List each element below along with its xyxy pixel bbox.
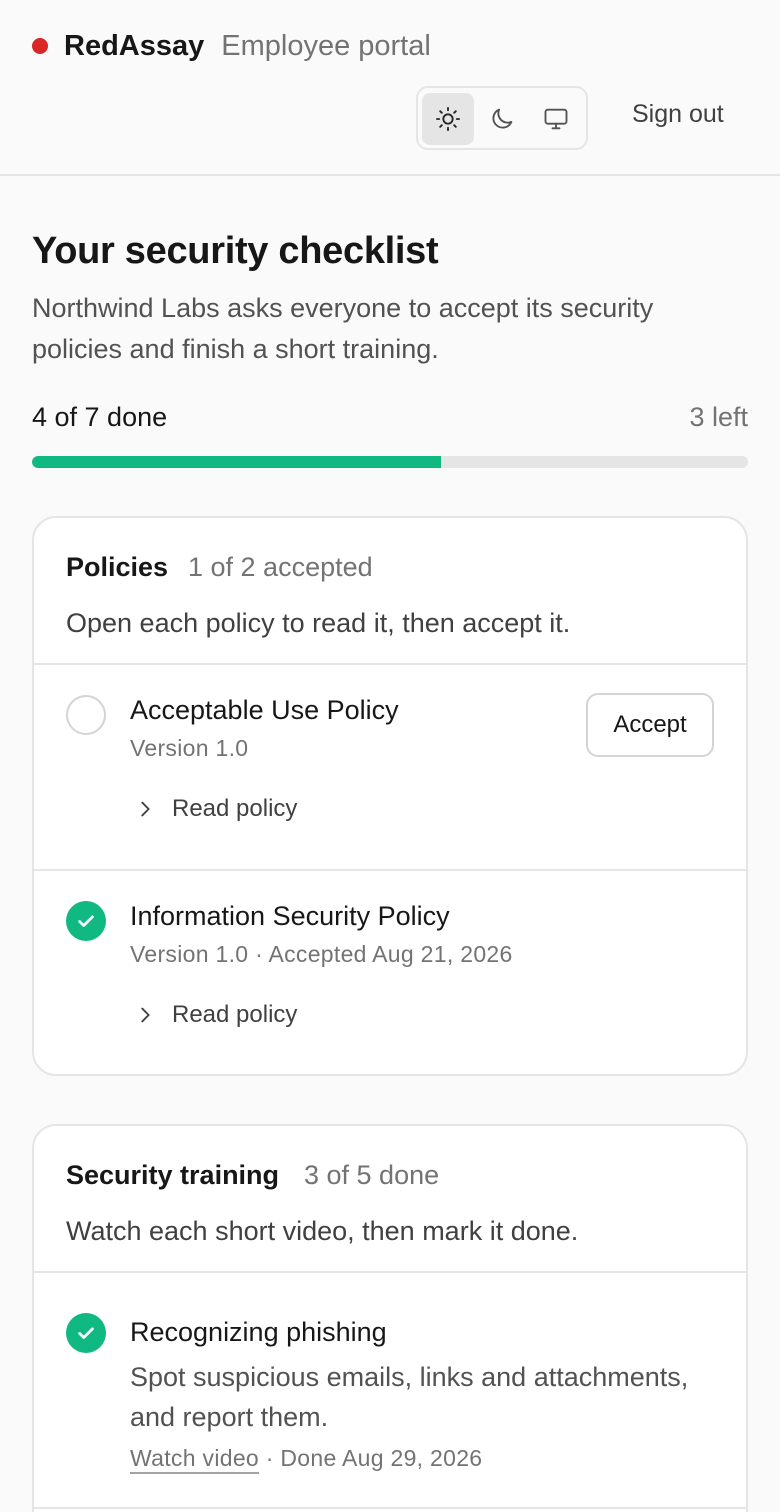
progress-label: 4 of 7 done	[32, 402, 168, 432]
policy-meta: Version 1.0 · Accepted Aug 21, 2026	[130, 941, 513, 967]
progress-remaining: 3 left	[689, 402, 748, 432]
policy-item: Acceptable Use Policy Version 1.0 Accept…	[34, 665, 746, 871]
policies-card-header: Policies 1 of 2 accepted Open each polic…	[34, 518, 746, 665]
brand-dot-icon	[32, 38, 48, 54]
chevron-right-icon	[141, 801, 150, 817]
training-item-title: Recognizing phishing	[130, 1317, 387, 1347]
read-policy-label: Read policy	[172, 1001, 298, 1028]
brand-subtitle: Employee portal	[221, 29, 431, 62]
sun-icon	[435, 106, 461, 132]
page-intro: Northwind Labs asks everyone to accept i…	[32, 293, 654, 364]
theme-dark-button[interactable]	[476, 93, 528, 145]
monitor-icon	[544, 108, 568, 130]
chevron-right-icon	[141, 1007, 150, 1023]
progress-bar-fill	[32, 456, 442, 468]
progress-bar	[32, 456, 748, 468]
policy-item: Information Security Policy Version 1.0 …	[34, 871, 746, 1074]
accept-button[interactable]: Accept	[586, 693, 714, 757]
theme-system-button[interactable]	[530, 93, 582, 145]
app-header: RedAssay Employee portal Sign out	[0, 0, 780, 176]
training-item-status: · Done Aug 29, 2026	[259, 1445, 483, 1471]
check-circle-icon	[66, 901, 106, 941]
training-description: Watch each short video, then mark it don…	[66, 1216, 579, 1246]
brand-name: RedAssay	[64, 29, 205, 62]
training-item-description: Spot suspicious emails, links and attach…	[130, 1362, 689, 1432]
training-card-header: Security training 3 of 5 done Watch each…	[34, 1126, 746, 1273]
read-policy-link[interactable]: Read policy	[134, 793, 297, 825]
policy-title: Acceptable Use Policy	[130, 695, 399, 725]
theme-switcher	[416, 86, 588, 150]
page-title: Your security checklist	[32, 230, 439, 272]
brand: RedAssay Employee portal	[32, 26, 431, 66]
sign-out-button[interactable]: Sign out	[632, 100, 724, 129]
policies-description: Open each policy to read it, then accept…	[66, 608, 571, 638]
policies-card: Policies 1 of 2 accepted Open each polic…	[32, 516, 748, 1076]
read-policy-link[interactable]: Read policy	[134, 999, 297, 1031]
moon-icon	[492, 108, 513, 129]
check-circle-icon	[66, 1313, 106, 1353]
policy-title: Information Security Policy	[130, 901, 450, 931]
training-item: Recognizing phishing Spot suspicious ema…	[34, 1273, 746, 1509]
policies-count: 1 of 2 accepted	[188, 552, 373, 582]
training-card: Security training 3 of 5 done Watch each…	[32, 1124, 748, 1512]
training-item-meta: Watch video · Done Aug 29, 2026	[130, 1445, 482, 1472]
training-title: Security training	[66, 1160, 280, 1190]
unchecked-circle-icon[interactable]	[66, 695, 106, 735]
theme-light-button[interactable]	[422, 93, 474, 145]
policy-meta: Version 1.0	[130, 735, 249, 761]
watch-video-link[interactable]: Watch video	[130, 1445, 259, 1471]
read-policy-label: Read policy	[172, 795, 298, 822]
policies-title: Policies	[66, 552, 169, 582]
training-count: 3 of 5 done	[304, 1160, 440, 1190]
